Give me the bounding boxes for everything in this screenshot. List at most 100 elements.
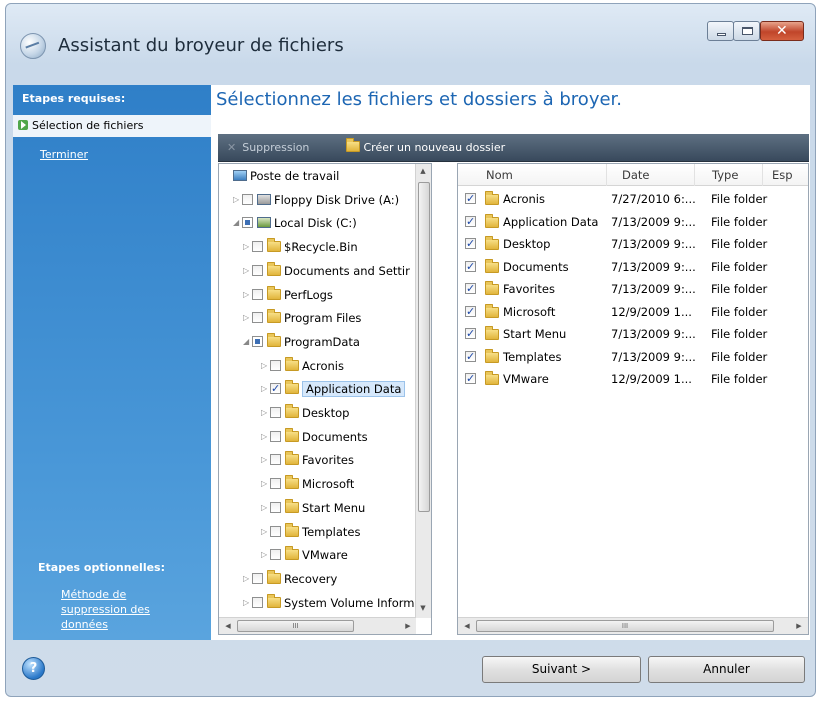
tree-item[interactable]: ▷ Start Menu	[219, 497, 365, 519]
new-folder-button[interactable]: Créer un nouveau dossier	[346, 138, 505, 154]
tree-item[interactable]: ▷ Recovery	[219, 568, 337, 590]
step-finish-link[interactable]: Terminer	[40, 148, 88, 161]
file-row-checkbox[interactable]	[465, 301, 476, 323]
file-row[interactable]: Microsoft 12/9/2009 1... File folder	[458, 301, 808, 323]
expand-arrow-icon[interactable]: ▷	[233, 189, 242, 211]
tree-item-checkbox[interactable]	[270, 430, 281, 442]
tree-horizontal-scrollbar[interactable]: ◀ III ▶	[219, 617, 416, 634]
expand-arrow-icon[interactable]: ▷	[261, 426, 270, 448]
expand-arrow-icon[interactable]: ◢	[233, 212, 242, 234]
scroll-left-icon[interactable]: ◀	[221, 622, 235, 630]
file-row-checkbox[interactable]	[465, 233, 476, 255]
tree-item[interactable]: ◢ ProgramData	[219, 331, 360, 353]
deletion-method-link[interactable]: Méthode de suppression des données	[61, 587, 171, 632]
expand-arrow-icon[interactable]: ▷	[261, 378, 270, 400]
help-icon[interactable]: ?	[22, 657, 45, 680]
file-row-checkbox[interactable]	[465, 211, 476, 233]
column-size[interactable]: Esp	[772, 168, 793, 182]
cancel-button[interactable]: Annuler	[648, 656, 805, 683]
tree-item-checkbox[interactable]	[270, 478, 281, 490]
expand-arrow-icon[interactable]: ◢	[243, 331, 252, 353]
expand-arrow-icon[interactable]: ▷	[261, 355, 270, 377]
files-horizontal-scrollbar[interactable]: ◀ III ▶	[458, 617, 808, 634]
tree-item[interactable]: ▷ PerfLogs	[219, 284, 333, 306]
scroll-right-icon[interactable]: ▶	[792, 622, 806, 630]
close-button[interactable]: ✕	[760, 21, 804, 41]
tree-item-checkbox[interactable]	[252, 288, 263, 300]
tree-item[interactable]: ▷ $Recycle.Bin	[219, 236, 358, 258]
files-horizontal-scroll-thumb[interactable]: III	[476, 620, 774, 632]
file-row[interactable]: Application Data 7/13/2009 9:... File fold…	[458, 211, 808, 233]
scroll-right-icon[interactable]: ▶	[401, 622, 415, 630]
tree-item[interactable]: ▷ Microsoft	[219, 473, 354, 495]
tree-item[interactable]: ▷ Documents	[219, 426, 368, 448]
tree-item-checkbox[interactable]	[270, 407, 281, 418]
column-type[interactable]: Type	[712, 168, 738, 182]
tree-item-checkbox[interactable]	[270, 501, 281, 513]
maximize-button[interactable]	[733, 21, 760, 41]
expand-arrow-icon[interactable]: ▷	[243, 568, 252, 590]
tree-item[interactable]: ▷ Application Data	[219, 378, 406, 400]
folder-tree[interactable]: Poste de travail ▷ Floppy Disk Drive (A:) ◢…	[218, 163, 432, 635]
file-row[interactable]: VMware 12/9/2009 1... File folder	[458, 368, 808, 390]
file-row-checkbox[interactable]	[465, 346, 476, 368]
expand-arrow-icon[interactable]: ▷	[261, 449, 270, 471]
tree-item-checkbox[interactable]	[270, 378, 281, 400]
expand-arrow-icon[interactable]: ▷	[261, 402, 270, 424]
tree-item[interactable]: ▷ Favorites	[219, 449, 354, 471]
expand-arrow-icon[interactable]: ▷	[261, 497, 270, 519]
tree-item-checkbox[interactable]	[252, 596, 263, 608]
expand-arrow-icon[interactable]: ▷	[243, 592, 252, 614]
tree-item[interactable]: ▷ VMware	[219, 544, 348, 566]
next-button[interactable]: Suivant >	[482, 656, 641, 683]
step-file-selection[interactable]: Sélection de fichiers	[13, 115, 211, 137]
file-row[interactable]: Favorites 7/13/2009 9:... File folder	[458, 278, 808, 300]
expand-arrow-icon[interactable]: ▷	[261, 521, 270, 543]
tree-item-checkbox[interactable]	[252, 264, 263, 276]
minimize-button[interactable]	[707, 21, 734, 41]
tree-item-checkbox[interactable]	[252, 335, 263, 347]
expand-arrow-icon[interactable]: ▷	[243, 236, 252, 258]
expand-arrow-icon[interactable]: ▷	[261, 544, 270, 566]
tree-item-checkbox[interactable]	[270, 549, 281, 561]
file-row-checkbox[interactable]	[465, 256, 476, 278]
expand-arrow-icon[interactable]: ▷	[261, 473, 270, 495]
tree-item[interactable]: ▷ Templates	[219, 521, 360, 543]
expand-arrow-icon[interactable]: ▷	[243, 307, 252, 329]
column-name[interactable]: Nom	[486, 168, 513, 182]
file-row[interactable]: Start Menu 7/13/2009 9:... File folder	[458, 323, 808, 345]
file-row[interactable]: Desktop 7/13/2009 9:... File folder	[458, 233, 808, 255]
tree-item[interactable]: ▷ Floppy Disk Drive (A:)	[219, 189, 399, 211]
tree-item-checkbox[interactable]	[252, 312, 263, 324]
tree-item[interactable]: ◢ Local Disk (C:)	[219, 212, 357, 234]
file-row-checkbox[interactable]	[465, 368, 476, 390]
file-row[interactable]: Acronis 7/27/2010 6:... File folder	[458, 188, 808, 210]
tree-item[interactable]: Poste de travail	[219, 165, 339, 187]
tree-item-checkbox[interactable]	[270, 525, 281, 537]
tree-item-checkbox[interactable]	[242, 217, 253, 229]
tree-item-checkbox[interactable]	[252, 241, 263, 253]
expand-arrow-icon[interactable]: ▷	[243, 260, 252, 282]
back-arrow-icon[interactable]	[20, 33, 46, 59]
file-row-checkbox[interactable]	[465, 278, 476, 300]
tree-item-checkbox[interactable]	[242, 193, 253, 205]
tree-item[interactable]: ▷ Desktop	[219, 402, 349, 424]
tree-item-checkbox[interactable]	[270, 359, 281, 371]
tree-vertical-scrollbar[interactable]: ▲ ▼	[415, 164, 431, 618]
file-row[interactable]: Templates 7/13/2009 9:... File folder	[458, 346, 808, 368]
tree-item-checkbox[interactable]	[252, 572, 263, 584]
delete-button[interactable]: ✕ Suppression	[227, 141, 309, 154]
expand-arrow-icon[interactable]: ▷	[243, 284, 252, 306]
scroll-left-icon[interactable]: ◀	[460, 622, 474, 630]
file-row-checkbox[interactable]	[465, 323, 476, 345]
tree-vertical-scroll-thumb[interactable]	[418, 182, 430, 512]
tree-item[interactable]: ▷ Program Files	[219, 307, 361, 329]
scroll-up-icon[interactable]: ▲	[416, 167, 430, 175]
scroll-down-icon[interactable]: ▼	[416, 604, 430, 612]
file-row-checkbox[interactable]	[465, 188, 476, 210]
tree-item[interactable]: ▷ Acronis	[219, 355, 344, 377]
tree-item[interactable]: ▷ Documents and Settir	[219, 260, 410, 282]
tree-item-checkbox[interactable]	[270, 454, 281, 466]
tree-horizontal-scroll-thumb[interactable]: III	[237, 620, 354, 632]
file-list[interactable]: Nom Date Type Esp Acronis 7/27/2010 6:...…	[457, 163, 809, 635]
